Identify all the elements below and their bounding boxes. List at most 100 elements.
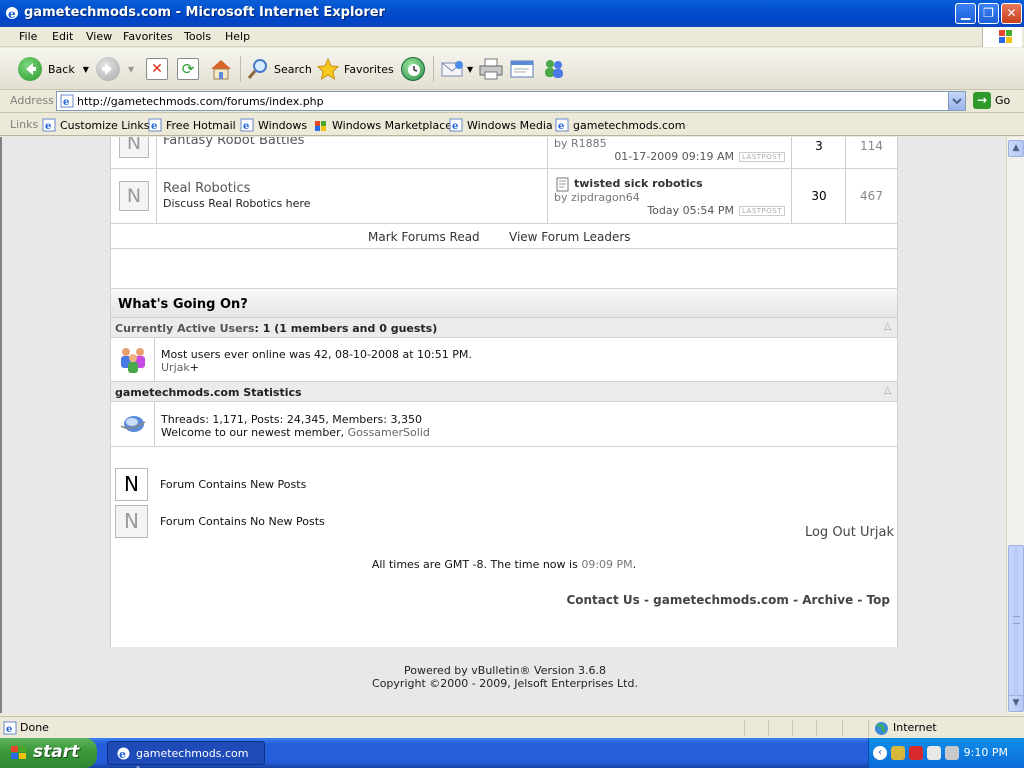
system-tray: ‹ 9:10 PM [868, 738, 1024, 768]
link-windows[interactable]: e Windows [240, 118, 307, 132]
restore-button[interactable]: ❐ [978, 3, 999, 24]
forum-row: N Real Robotics Discuss Real Robotics he… [111, 169, 897, 224]
menu-favorites[interactable]: Favorites [123, 30, 173, 43]
new-posts-icon: N [115, 468, 148, 501]
link-free-hotmail[interactable]: e Free Hotmail [148, 118, 236, 132]
legend-text: Forum Contains No New Posts [160, 515, 325, 528]
collapse-icon[interactable]: △ [884, 386, 891, 396]
print-button[interactable] [478, 54, 504, 84]
last-post-user-link[interactable]: zipdragon64 [571, 191, 640, 204]
collapse-icon[interactable]: △ [884, 322, 891, 332]
stop-button[interactable]: ✕ [146, 54, 168, 84]
forum-title-link[interactable]: Fantasy Robot Battles [163, 137, 304, 148]
current-time: 09:09 PM [581, 558, 633, 571]
scroll-down-button[interactable]: ▼ [1008, 695, 1024, 712]
forum-status-icon: N [119, 137, 149, 158]
menu-view[interactable]: View [86, 30, 112, 43]
forum-title-link[interactable]: Real Robotics [163, 181, 250, 196]
back-button[interactable]: Back ▼ [18, 54, 89, 84]
volume-icon[interactable] [927, 746, 941, 760]
page-icon: e [42, 118, 56, 132]
statistics-header[interactable]: gametechmods.com Statistics △ [111, 382, 897, 402]
link-label: Windows [258, 118, 308, 132]
page-icon: e [60, 94, 74, 108]
site-home-link[interactable]: gametechmods.com [653, 593, 789, 607]
address-input[interactable]: e http://gametechmods.com/forums/index.p… [56, 91, 966, 111]
newest-member-link[interactable]: GossamerSolid [348, 426, 430, 439]
most-users-text: Most users ever online was 42, 08-10-200… [161, 348, 472, 361]
online-user-link[interactable]: Urjak [161, 361, 190, 374]
home-button[interactable] [208, 54, 234, 84]
taskbar-item-ie[interactable]: e gametechmods.com -... [107, 741, 265, 768]
refresh-icon: ⟳ [177, 58, 199, 80]
forum-row: N Fantasy Robot Battles by R1885 01-17-2… [111, 137, 897, 169]
legend-text: Forum Contains New Posts [160, 478, 307, 491]
post-count: 467 [860, 189, 883, 203]
archive-link[interactable]: Archive [802, 593, 853, 607]
mail-dropdown-icon[interactable]: ▼ [467, 65, 473, 74]
minimize-button[interactable]: ▁ [955, 3, 976, 24]
window-titlebar: e gametechmods.com - Microsoft Internet … [0, 0, 1024, 27]
forum-status-icon: N [119, 181, 149, 211]
last-post-user-link[interactable]: R1885 [571, 137, 607, 150]
windows-flag-icon [11, 746, 26, 759]
back-arrow-icon [18, 57, 42, 81]
footer-links: Contact Us - gametechmods.com - Archive … [566, 593, 890, 607]
active-users-row: Most users ever online was 42, 08-10-200… [111, 338, 897, 382]
search-button[interactable]: Search [246, 54, 312, 84]
scroll-up-button[interactable]: ▲ [1008, 140, 1024, 157]
messenger-button[interactable] [541, 54, 567, 84]
address-dropdown-icon[interactable] [948, 92, 965, 110]
tray-display-icon[interactable] [945, 746, 959, 760]
menu-help[interactable]: Help [225, 30, 250, 43]
copyright-text: Copyright ©2000 - 2009, Jelsoft Enterpri… [372, 677, 638, 690]
active-users-title: Currently Active Users: 1 (1 members and… [115, 322, 438, 335]
shield-icon[interactable] [909, 746, 923, 760]
start-label: start [33, 742, 80, 762]
link-windows-media[interactable]: e Windows Media [449, 118, 553, 132]
menu-file[interactable]: File [19, 30, 37, 43]
legend-new-posts: N Forum Contains New Posts [115, 468, 306, 501]
statistics-title: gametechmods.com Statistics [115, 386, 302, 399]
scroll-thumb[interactable] [1008, 545, 1024, 697]
taskbar: start e gametechmods.com -... ‹ 9:10 PM [0, 738, 1024, 768]
forward-dropdown-icon[interactable]: ▼ [128, 65, 134, 74]
svg-text:e: e [8, 7, 16, 21]
tray-expand-icon[interactable]: ‹ [873, 746, 887, 760]
last-post-button[interactable]: LASTPOST [738, 206, 785, 216]
last-thread-link[interactable]: twisted sick robotics [574, 177, 703, 190]
favorites-button[interactable]: Favorites [316, 54, 394, 84]
contact-us-link[interactable]: Contact Us [566, 593, 639, 607]
go-button[interactable]: → Go [973, 92, 1010, 109]
link-gametechmods[interactable]: e gametechmods.com [555, 118, 685, 132]
page-icon: e [449, 118, 463, 132]
start-button[interactable]: start [0, 738, 97, 768]
history-button[interactable] [401, 54, 425, 84]
close-button[interactable]: ✕ [1001, 3, 1022, 24]
forward-button[interactable]: ▼ [96, 54, 134, 84]
mark-forums-read-link[interactable]: Mark Forums Read [368, 230, 480, 244]
taskbar-item-label: gametechmods.com -... [136, 747, 249, 768]
back-dropdown-icon[interactable]: ▼ [83, 65, 89, 74]
edit-button[interactable] [509, 54, 535, 84]
mail-button[interactable]: ▼ [440, 54, 473, 84]
vertical-scrollbar[interactable]: ▲ ▼ [1006, 137, 1024, 713]
top-link[interactable]: Top [867, 593, 890, 607]
logout-link[interactable]: Log Out Urjak [805, 525, 894, 540]
refresh-button[interactable]: ⟳ [177, 54, 199, 84]
link-windows-marketplace[interactable]: Windows Marketplace [314, 118, 452, 132]
windows-logo-icon [982, 27, 1022, 47]
link-customize-links[interactable]: e Customize Links [42, 118, 150, 132]
menu-edit[interactable]: Edit [52, 30, 73, 43]
link-label: Windows Media [467, 118, 553, 132]
view-forum-leaders-link[interactable]: View Forum Leaders [509, 230, 631, 244]
address-url: http://gametechmods.com/forums/index.php [77, 95, 324, 108]
svg-text:e: e [151, 121, 157, 132]
active-users-header[interactable]: Currently Active Users: 1 (1 members and… [111, 318, 897, 338]
menu-tools[interactable]: Tools [184, 30, 211, 43]
last-post-button[interactable]: LASTPOST [738, 152, 785, 162]
statistics-text: Threads: 1,171, Posts: 24,345, Members: … [161, 413, 422, 426]
address-bar: Address e http://gametechmods.com/forums… [0, 90, 1024, 113]
tray-network-icon[interactable] [891, 746, 905, 760]
post-count: 114 [860, 139, 883, 153]
